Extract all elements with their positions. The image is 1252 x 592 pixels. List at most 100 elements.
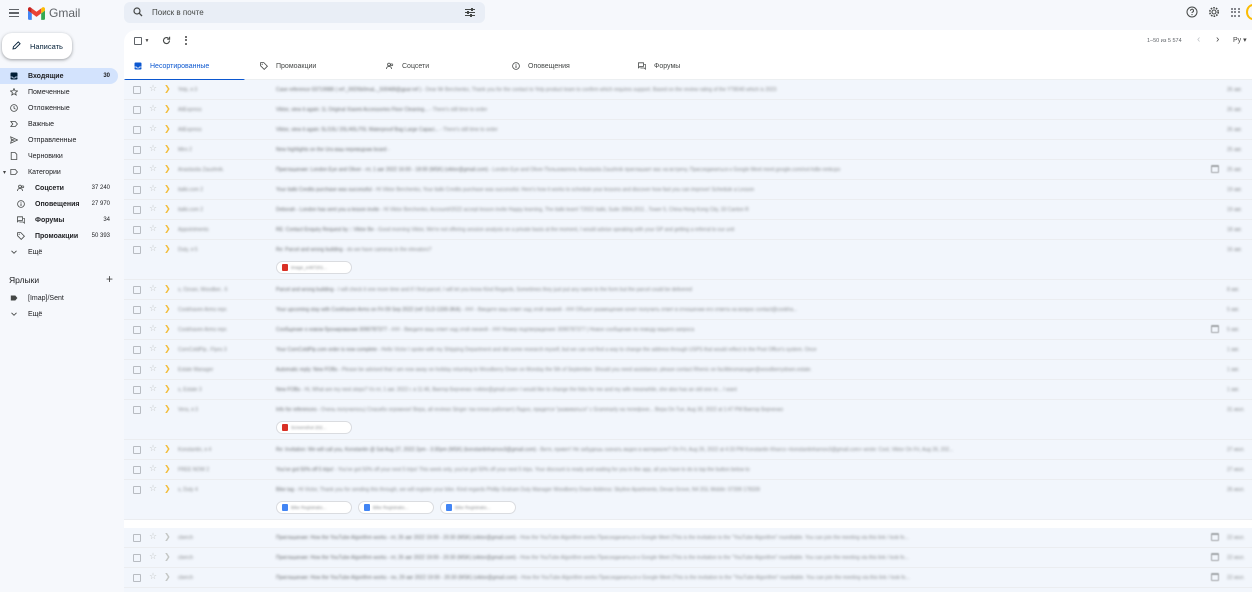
attachment-chip[interactable]: Screenshot 202...: [276, 421, 352, 434]
row-checkbox[interactable]: [133, 486, 141, 494]
email-row[interactable]: ☆❯cberchПриглашение: How the YouTube Alg…: [124, 548, 1252, 568]
row-checkbox[interactable]: [133, 186, 141, 194]
email-row[interactable]: ☆ ❯ Appointments RE: Contact Enquiry Reques…: [124, 220, 1252, 240]
sidebar-item-snoozed[interactable]: Отложенные: [0, 100, 118, 116]
importance-marker-icon[interactable]: ❯: [164, 364, 171, 373]
star-icon[interactable]: ☆: [149, 463, 157, 474]
email-row[interactable]: ☆ ❯ AliExpress Viktor, view it again: 1L Or…: [124, 100, 1252, 120]
sidebar-item-forums[interactable]: Форумы 34: [0, 212, 118, 228]
importance-marker-icon[interactable]: ❯: [164, 532, 171, 541]
star-icon[interactable]: ☆: [149, 443, 157, 454]
account-avatar[interactable]: [1246, 4, 1252, 20]
star-icon[interactable]: ☆: [149, 283, 157, 294]
email-row[interactable]: ☆ ❯ Estate Manager Automatic reply: New FOB…: [124, 360, 1252, 380]
sidebar-item-starred[interactable]: Помеченные: [0, 84, 118, 100]
email-row[interactable]: ☆ ❯ Konstantin, я 4 Re: Invitation: We will…: [124, 440, 1252, 460]
email-row[interactable]: ☆ ❯ FREE NOW 2 You've got 50% off 5 trips! …: [124, 460, 1252, 480]
row-checkbox[interactable]: [133, 406, 141, 414]
row-checkbox[interactable]: [133, 534, 141, 542]
attachment-chip[interactable]: Bike Registratio...: [440, 501, 516, 514]
star-icon[interactable]: ☆: [149, 223, 157, 234]
attachment-chip[interactable]: Bike Registratio...: [276, 501, 352, 514]
email-row[interactable]: ☆ ❯ s, Ozvan, Woodber.. 6 Parcel and wrong …: [124, 280, 1252, 300]
calendar-icon[interactable]: [1211, 553, 1219, 561]
sidebar-item-inbox[interactable]: Входящие 30: [0, 68, 118, 84]
row-checkbox[interactable]: [133, 166, 141, 174]
star-icon[interactable]: ☆: [149, 343, 157, 354]
importance-marker-icon[interactable]: ❯: [164, 204, 171, 213]
star-icon[interactable]: ☆: [149, 203, 157, 214]
importance-marker-icon[interactable]: ❯: [164, 552, 171, 561]
sidebar-item-promotions[interactable]: Промоакции 50 393: [0, 228, 118, 244]
row-checkbox[interactable]: [133, 386, 141, 394]
star-icon[interactable]: ☆: [149, 83, 157, 94]
importance-marker-icon[interactable]: ❯: [164, 224, 171, 233]
refresh-icon[interactable]: [162, 36, 171, 45]
tab-promotions[interactable]: Промоакции: [250, 52, 375, 80]
email-row[interactable]: ☆❯cberchПриглашение: How the YouTube Alg…: [124, 588, 1252, 592]
row-checkbox[interactable]: [133, 466, 141, 474]
email-row[interactable]: ☆ ❯ s, Estate 3 New FOBs - Hi, What are my …: [124, 380, 1252, 400]
email-row[interactable]: ☆❯cberchПриглашение: How the YouTube Alg…: [124, 528, 1252, 548]
star-icon[interactable]: ☆: [149, 383, 157, 394]
email-row[interactable]: ☆ ❯ s, Duty 4 Bike tag - Hi Victor, Thank y…: [124, 480, 1252, 520]
main-menu-icon[interactable]: [6, 5, 22, 21]
google-apps-icon[interactable]: [1231, 8, 1240, 17]
email-row[interactable]: ☆ ❯ Cookhaven Arms repr. Сообщение о новом …: [124, 320, 1252, 340]
tab-social[interactable]: Соцсети: [376, 52, 501, 80]
email-row[interactable]: ☆ ❯ Miro 2 New highlights on the Ura ваш пе…: [124, 140, 1252, 160]
importance-marker-icon[interactable]: ❯: [164, 484, 171, 493]
importance-marker-icon[interactable]: ❯: [164, 144, 171, 153]
importance-marker-icon[interactable]: ❯: [164, 384, 171, 393]
star-icon[interactable]: ☆: [149, 323, 157, 334]
importance-marker-icon[interactable]: ❯: [164, 304, 171, 313]
calendar-icon[interactable]: [1211, 573, 1219, 581]
importance-marker-icon[interactable]: ❯: [164, 84, 171, 93]
importance-marker-icon[interactable]: ❯: [164, 104, 171, 113]
sidebar-item-categories[interactable]: ▾ Категории: [0, 164, 118, 180]
importance-marker-icon[interactable]: ❯: [164, 344, 171, 353]
gmail-logo[interactable]: Gmail: [28, 6, 80, 20]
row-checkbox[interactable]: [133, 246, 141, 254]
star-icon[interactable]: ☆: [149, 531, 157, 542]
sidebar-item-important[interactable]: Важные: [0, 116, 118, 132]
star-icon[interactable]: ☆: [149, 303, 157, 314]
email-row[interactable]: ☆ ❯ Duty, я 5 Re: Parcel and wrong building…: [124, 240, 1252, 280]
calendar-icon[interactable]: [1211, 165, 1219, 173]
sidebar-item-sent[interactable]: Отправленные: [0, 132, 118, 148]
sidebar-item-updates[interactable]: Оповещения 27 970: [0, 196, 118, 212]
row-checkbox[interactable]: [133, 326, 141, 334]
sidebar-item-more[interactable]: Ещё: [0, 244, 118, 260]
star-icon[interactable]: ☆: [149, 551, 157, 562]
star-icon[interactable]: ☆: [149, 483, 157, 494]
search-options-icon[interactable]: [465, 8, 475, 17]
email-row[interactable]: ☆❯cberchПриглашение: How the YouTube Alg…: [124, 568, 1252, 588]
star-icon[interactable]: ☆: [149, 571, 157, 582]
importance-marker-icon[interactable]: ❯: [164, 184, 171, 193]
newer-page-icon[interactable]: ‹: [1197, 35, 1200, 45]
row-checkbox[interactable]: [133, 446, 141, 454]
sidebar-item-label-imap-sent[interactable]: [Imap]/Sent: [0, 290, 118, 306]
email-row[interactable]: ☆ ❯ Anastasiia Zaushnik. Приглашение: Londo…: [124, 160, 1252, 180]
tab-updates[interactable]: Оповещения: [502, 52, 627, 80]
attachment-chip[interactable]: image_e487201...: [276, 261, 352, 274]
sidebar-item-labels-more[interactable]: Ещё: [0, 306, 118, 322]
calendar-icon[interactable]: [1211, 325, 1219, 333]
star-icon[interactable]: ☆: [149, 243, 157, 254]
importance-marker-icon[interactable]: ❯: [164, 324, 171, 333]
row-checkbox[interactable]: [133, 146, 141, 154]
star-icon[interactable]: ☆: [149, 163, 157, 174]
row-checkbox[interactable]: [133, 226, 141, 234]
importance-marker-icon[interactable]: ❯: [164, 164, 171, 173]
more-options-icon[interactable]: [185, 36, 187, 45]
row-checkbox[interactable]: [133, 286, 141, 294]
row-checkbox[interactable]: [133, 574, 141, 582]
importance-marker-icon[interactable]: ❯: [164, 444, 171, 453]
row-checkbox[interactable]: [133, 346, 141, 354]
compose-button[interactable]: Написать: [2, 33, 72, 59]
row-checkbox[interactable]: [133, 366, 141, 374]
tab-primary[interactable]: Несортированные: [124, 52, 249, 81]
add-label-icon[interactable]: +: [106, 272, 113, 286]
input-tools-button[interactable]: Ру ▾: [1233, 36, 1247, 44]
email-row[interactable]: ☆ ❯ italki.com 2 Deborah - London has sent …: [124, 200, 1252, 220]
